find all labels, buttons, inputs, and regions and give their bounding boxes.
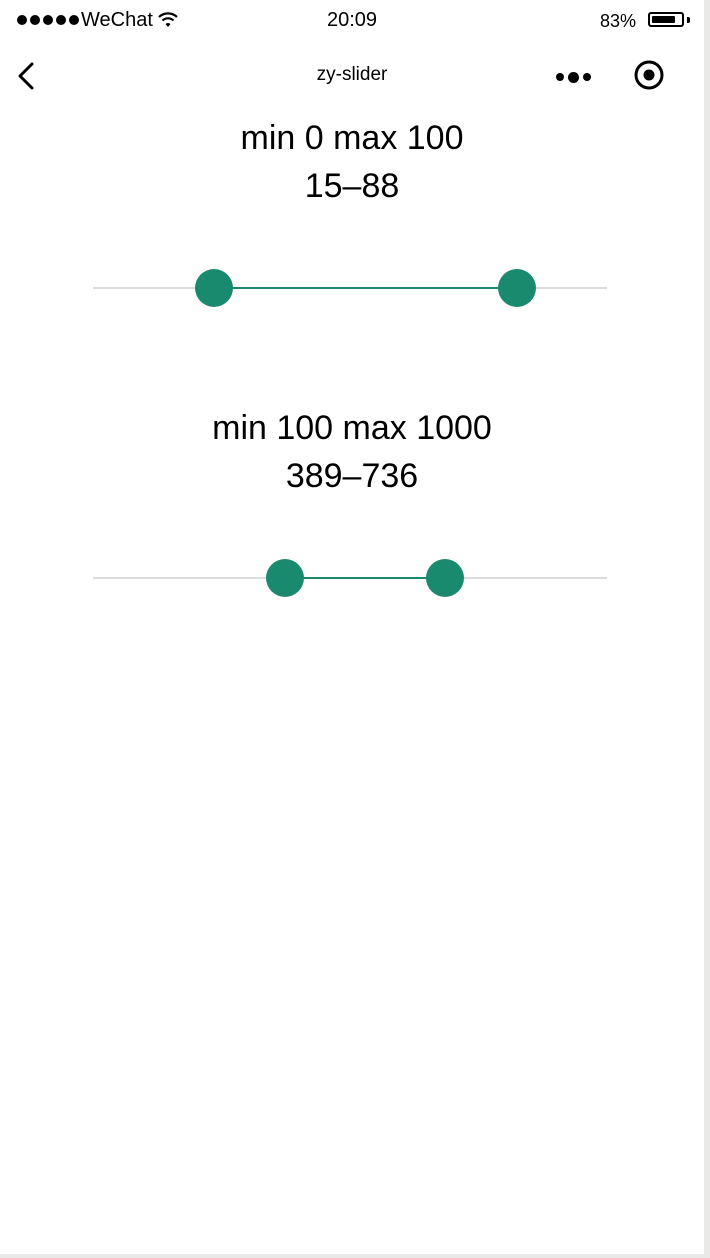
target-circle-icon[interactable] <box>633 59 665 91</box>
slider-fill <box>285 577 446 579</box>
status-bar: WeChat 20:09 83% <box>0 0 704 42</box>
range-label: min 0 max 100 <box>240 119 464 157</box>
nav-bar: zy-slider <box>0 42 704 110</box>
slider-thumb-high[interactable] <box>498 269 537 307</box>
slider-thumb-low[interactable] <box>195 269 234 307</box>
battery-fill <box>652 16 675 23</box>
range-value: 389–736 <box>285 457 419 495</box>
range-label: min 100 max 1000 <box>212 409 492 447</box>
more-dots-icon[interactable] <box>556 70 598 84</box>
clock: 20:09 <box>326 9 378 31</box>
page-title: zy-slider <box>316 64 388 85</box>
slider-thumb-low[interactable] <box>266 559 305 597</box>
range-value: 15–88 <box>304 167 400 205</box>
battery-percent: 83% <box>600 11 637 31</box>
battery-tip <box>687 17 690 23</box>
battery-icon <box>648 12 684 27</box>
slider-block-1: min 0 max 100 15–88 <box>0 118 704 206</box>
slider-thumb-high[interactable] <box>426 559 465 597</box>
phone-screen: WeChat 20:09 83% zy-slider min 0 max 100… <box>0 0 704 1254</box>
slider-track[interactable] <box>93 269 607 307</box>
slider-block-2: min 100 max 1000 389–736 <box>0 408 704 496</box>
slider-track[interactable] <box>93 559 607 597</box>
slider-fill <box>214 287 518 289</box>
